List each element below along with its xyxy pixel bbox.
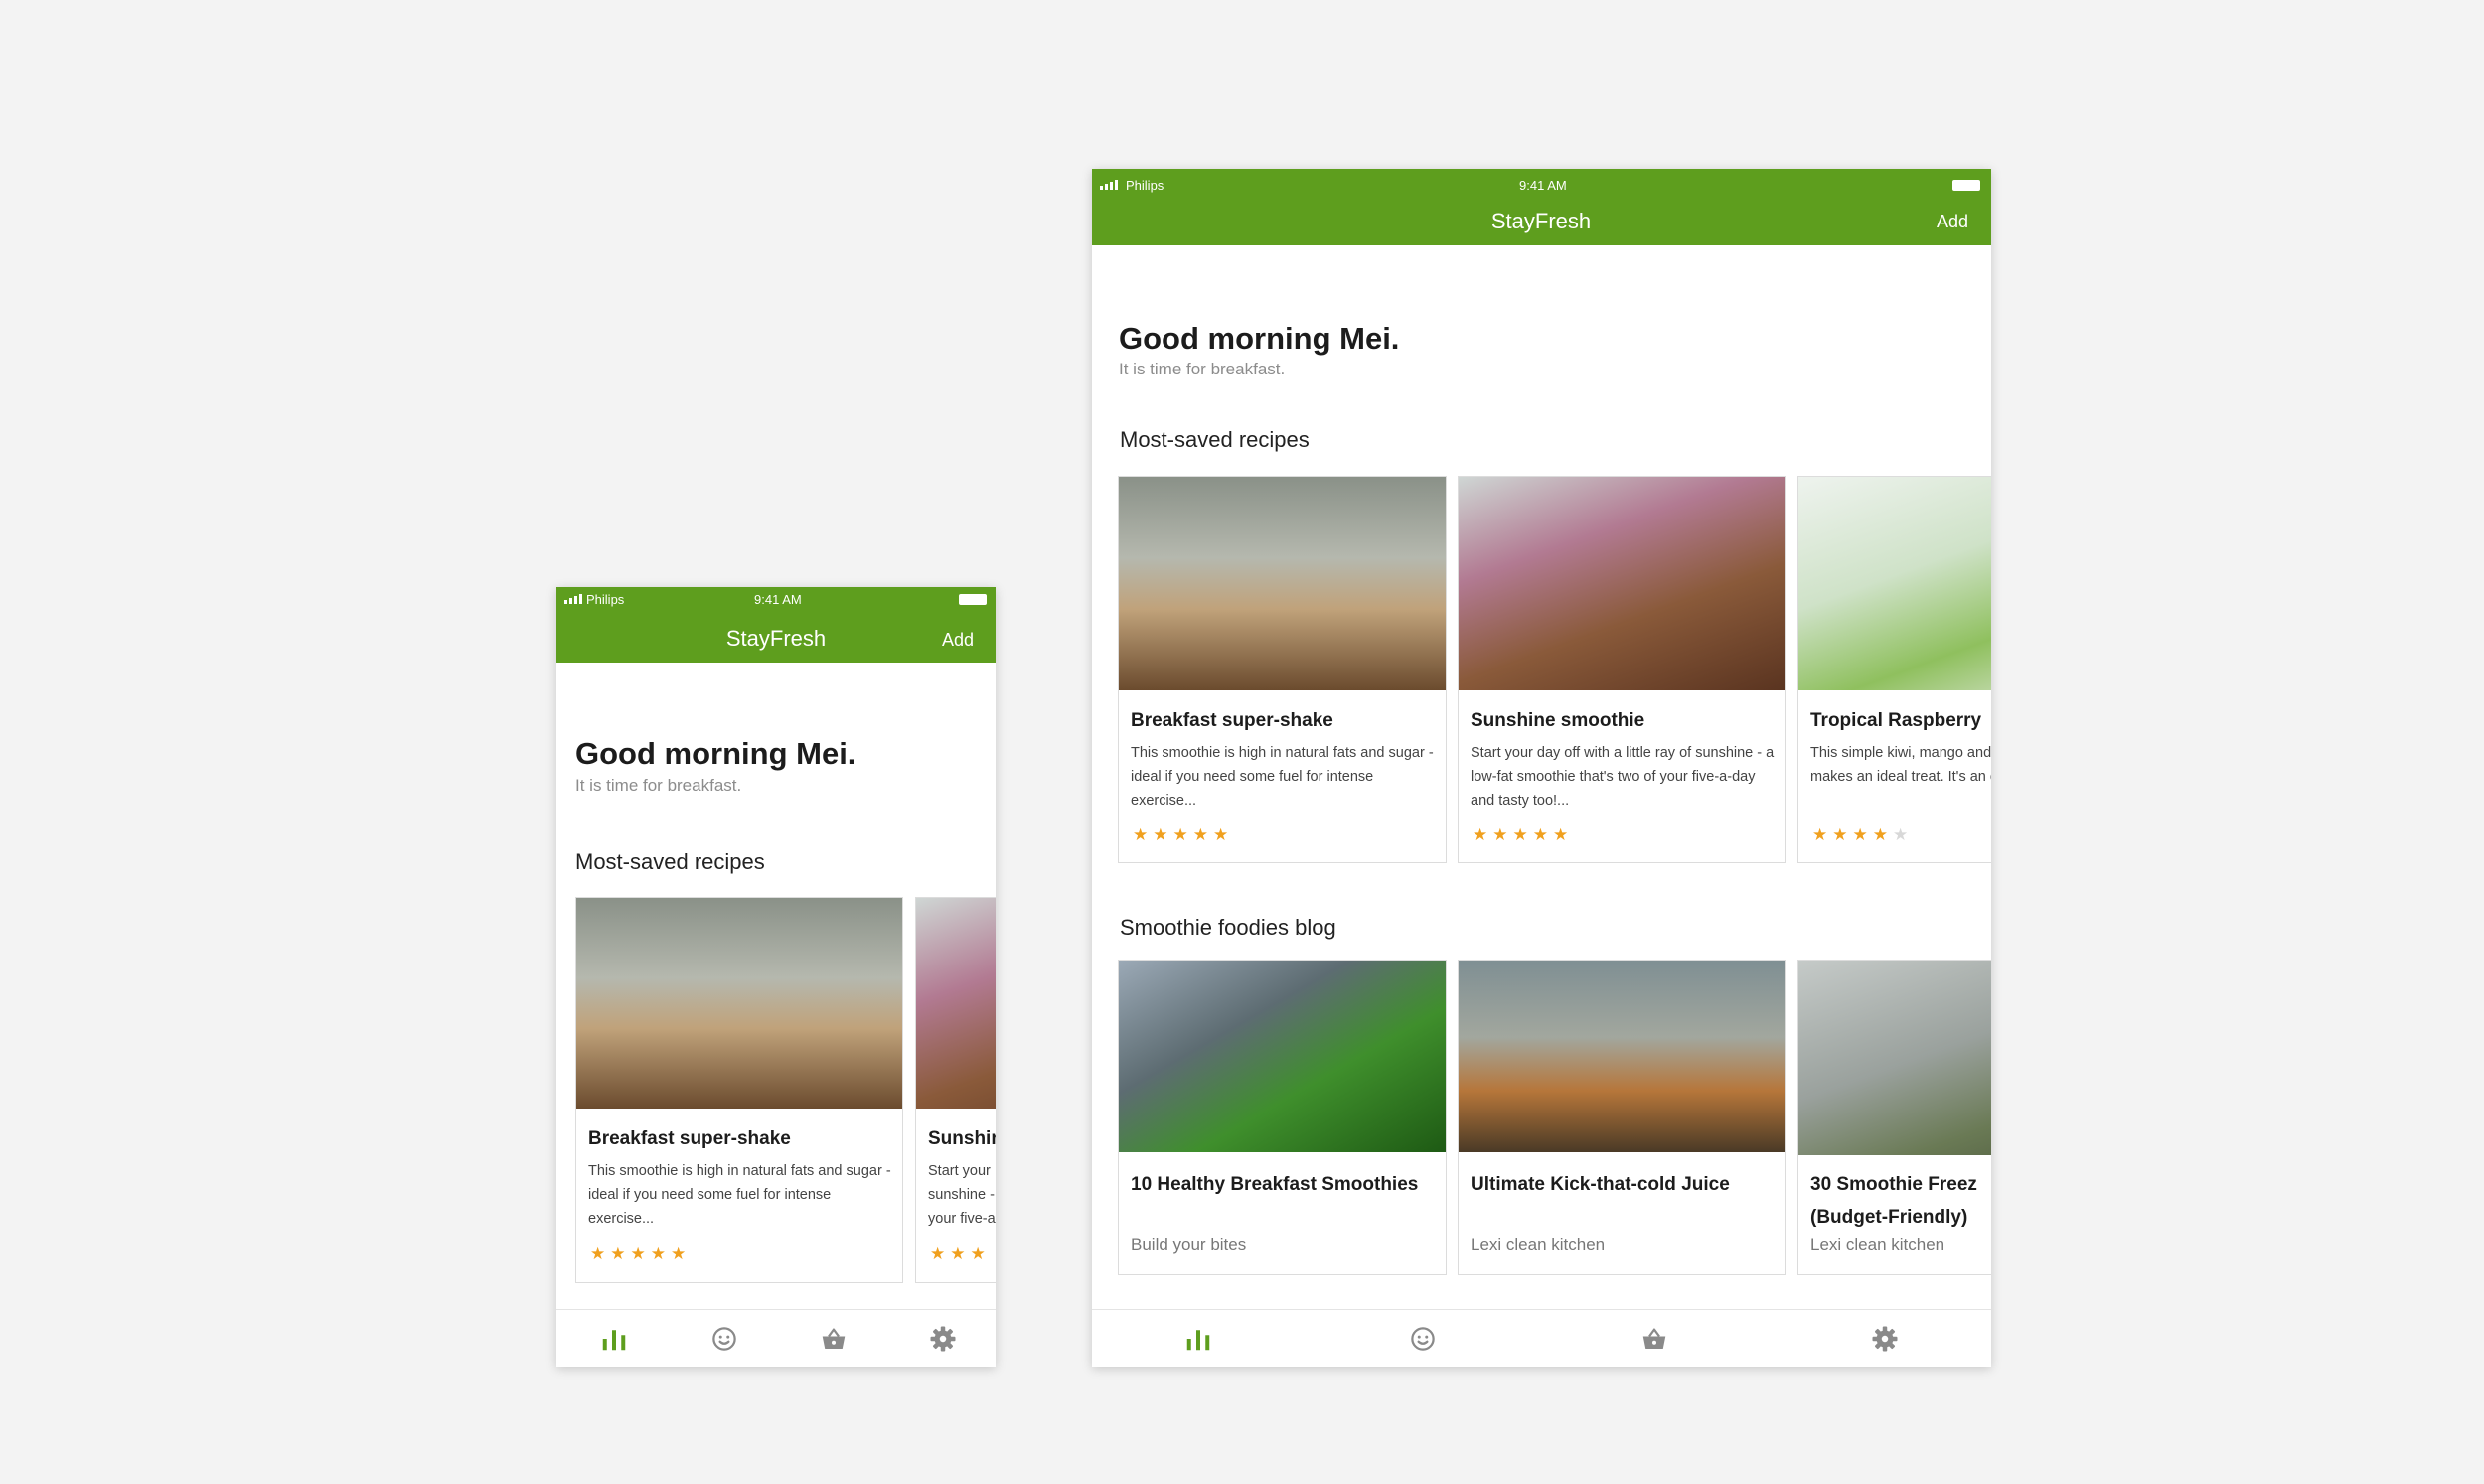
app-title: StayFresh <box>1490 209 1592 233</box>
add-button[interactable]: Add <box>1937 212 1968 232</box>
blog-author: Lexi clean kitchen <box>1471 1235 1606 1254</box>
section-title-recipes: Most-saved recipes <box>1120 427 1310 452</box>
battery-icon <box>1952 180 1980 191</box>
rating-stars: ★★★ <box>930 1244 991 1262</box>
recipe-card-breakfast-super-shake[interactable]: Breakfast super-shake This smoothie is h… <box>1118 476 1447 863</box>
status-time: 9:41 AM <box>1519 178 1567 193</box>
recipe-image <box>576 898 902 1109</box>
blog-card-kick-that-cold-juice[interactable]: Ultimate Kick-that-cold Juice Lexi clean… <box>1458 960 1786 1275</box>
signal-strength-icon <box>564 594 582 604</box>
basket-icon[interactable] <box>1639 1324 1669 1354</box>
bottom-navigation <box>556 1309 996 1367</box>
recipe-card-sunshine-smoothie[interactable]: Sunshine smoothie Start your day off wit… <box>1458 476 1786 863</box>
blog-title: 30 Smoothie Freez (Budget-Friendly) <box>1810 1174 1977 1228</box>
basket-icon[interactable] <box>819 1324 849 1354</box>
section-title-recipes: Most-saved recipes <box>575 849 765 874</box>
recipe-card-breakfast-super-shake[interactable]: Breakfast super-shake This smoothie is h… <box>575 897 903 1283</box>
recipe-description: This simple kiwi, mango and fruit smooth… <box>1810 745 1991 785</box>
blog-card-smoothie-freezer[interactable]: 30 Smoothie Freez (Budget-Friendly) Lexi… <box>1797 960 1991 1275</box>
status-time: 9:41 AM <box>754 592 802 607</box>
gear-icon[interactable] <box>1870 1324 1900 1354</box>
status-carrier: Philips <box>586 592 625 607</box>
rating-stars: ★★★★★ <box>590 1244 692 1262</box>
bar-chart-icon[interactable] <box>599 1324 629 1354</box>
bar-chart-icon[interactable] <box>1183 1324 1213 1354</box>
rating-stars-filled: ★★★★ <box>1812 825 1893 844</box>
rating-stars-empty: ★ <box>1892 825 1914 844</box>
face-icon[interactable] <box>1408 1324 1438 1354</box>
rating-stars: ★★★★★ <box>1812 825 1913 845</box>
blog-image <box>1119 961 1446 1152</box>
blog-author: Lexi clean kitchen <box>1810 1235 1945 1254</box>
greeting-subtitle: It is time for breakfast. <box>1119 360 1286 378</box>
section-title-blog: Smoothie foodies blog <box>1120 915 1336 940</box>
signal-strength-icon <box>1100 180 1118 190</box>
blog-image <box>1459 961 1785 1152</box>
blog-image <box>1798 961 1991 1155</box>
blog-title: Ultimate Kick-that-cold Juice <box>1471 1174 1730 1195</box>
recipe-description: Start your day off with a little ray of … <box>1471 745 1775 809</box>
app-title: StayFresh <box>725 626 827 651</box>
recipe-image <box>1459 477 1785 690</box>
recipe-image <box>916 898 996 1109</box>
app-header: Philips 9:41 AM StayFresh Add <box>1092 169 1991 245</box>
gear-icon[interactable] <box>928 1324 958 1354</box>
blog-author: Build your bites <box>1131 1235 1247 1254</box>
recipe-image <box>1119 477 1446 690</box>
status-carrier: Philips <box>1126 178 1164 193</box>
app-header: Philips 9:41 AM StayFresh Add <box>556 587 996 663</box>
blog-title: 10 Healthy Breakfast Smoothies <box>1131 1174 1419 1195</box>
add-button[interactable]: Add <box>942 630 974 651</box>
phone-screen: Philips 9:41 AM StayFresh Add Good morni… <box>556 587 996 1367</box>
greeting-title: Good morning Mei. <box>575 736 856 771</box>
rating-stars: ★★★★★ <box>1473 825 1574 844</box>
greeting-title: Good morning Mei. <box>1119 321 1400 356</box>
recipe-title: Tropical Raspberry <box>1810 710 1982 731</box>
recipe-title: Sunshir <box>928 1128 996 1149</box>
rating-stars: ★★★★★ <box>1133 825 1234 844</box>
recipe-card-sunshine-smoothie[interactable]: Sunshir Start your sunshine - your five-… <box>915 897 996 1283</box>
greeting-subtitle: It is time for breakfast. <box>575 776 742 795</box>
recipe-image <box>1798 477 1991 690</box>
recipe-card-tropical-raspberry[interactable]: Tropical Raspberry This simple kiwi, man… <box>1797 476 1991 863</box>
tablet-screen: Philips 9:41 AM StayFresh Add Good morni… <box>1092 169 1991 1367</box>
recipe-description: This smoothie is high in natural fats an… <box>588 1163 891 1227</box>
recipe-title: Breakfast super-shake <box>1131 710 1333 731</box>
recipe-title: Sunshine smoothie <box>1471 710 1645 731</box>
recipe-description: Start your sunshine - your five-a <box>928 1163 996 1227</box>
bottom-navigation <box>1092 1309 1991 1367</box>
blog-card-healthy-breakfast[interactable]: 10 Healthy Breakfast Smoothies Build you… <box>1118 960 1447 1275</box>
battery-icon <box>959 594 987 605</box>
face-icon[interactable] <box>709 1324 739 1354</box>
recipe-title: Breakfast super-shake <box>588 1128 791 1149</box>
recipe-description: This smoothie is high in natural fats an… <box>1131 745 1434 809</box>
